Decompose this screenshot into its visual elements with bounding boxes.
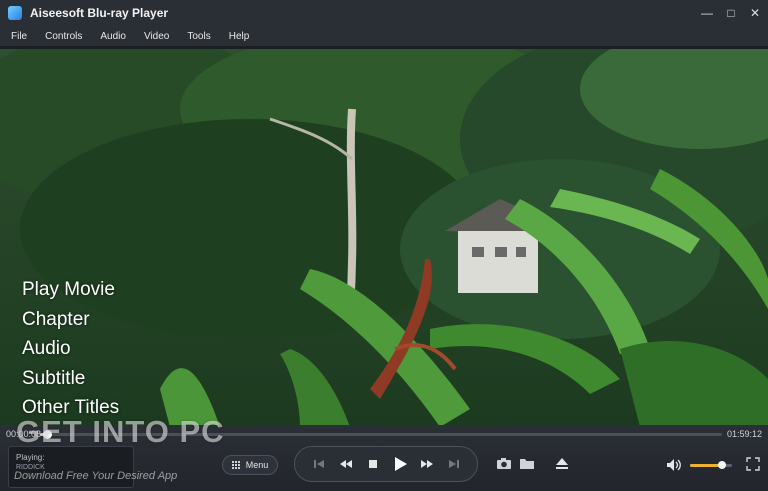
maximize-button[interactable]: □ (720, 0, 742, 26)
volume-slider-fill (690, 464, 722, 467)
fast-forward-button[interactable] (418, 455, 436, 473)
disc-menu-chapter[interactable]: Chapter (22, 305, 119, 335)
disc-menu: Play Movie Chapter Audio Subtitle Other … (22, 275, 119, 423)
volume-slider[interactable] (690, 461, 732, 469)
skip-previous-button[interactable] (310, 455, 328, 473)
fullscreen-icon (746, 457, 760, 471)
minimize-button[interactable]: — (696, 0, 718, 26)
stop-button[interactable] (364, 455, 382, 473)
menu-audio[interactable]: Audio (90, 31, 134, 42)
disc-menu-subtitle[interactable]: Subtitle (22, 364, 119, 394)
total-duration: 01:59:12 (726, 429, 762, 439)
menu-video[interactable]: Video (134, 31, 177, 42)
transport-controls (294, 446, 478, 482)
rewind-button[interactable] (337, 455, 355, 473)
disc-menu-button[interactable]: Menu (222, 455, 278, 475)
watermark-logo: GET INTO PC (16, 414, 225, 449)
volume-icon (667, 459, 681, 471)
menu-bar: File Controls Audio Video Tools Help (0, 26, 768, 46)
rewind-icon (339, 460, 352, 468)
grid-icon (231, 461, 240, 469)
app-title: Aiseesoft Blu-ray Player (30, 6, 169, 20)
fullscreen-button[interactable] (746, 457, 760, 471)
open-file-button[interactable] (519, 456, 535, 470)
skip-next-button[interactable] (445, 455, 463, 473)
menu-controls[interactable]: Controls (35, 31, 90, 42)
close-button[interactable]: ✕ (744, 0, 766, 26)
watermark-tagline: Download Free Your Desired App (14, 470, 178, 482)
video-viewport[interactable]: Play Movie Chapter Audio Subtitle Other … (0, 49, 768, 427)
now-playing-label: Playing: (16, 453, 45, 462)
volume-button[interactable] (666, 458, 682, 477)
eject-button[interactable] (554, 456, 570, 470)
volume-slider-handle[interactable] (717, 461, 726, 469)
fast-forward-icon (420, 460, 433, 468)
disc-menu-play-movie[interactable]: Play Movie (22, 275, 119, 305)
menu-help[interactable]: Help (219, 31, 258, 42)
skip-previous-icon (313, 460, 324, 468)
app-logo-icon (8, 6, 22, 20)
disc-menu-audio[interactable]: Audio (22, 334, 119, 364)
title-bar: Aiseesoft Blu-ray Player — □ ✕ (0, 0, 768, 26)
eject-icon (556, 457, 568, 469)
window-controls: — □ ✕ (696, 0, 768, 26)
menu-file[interactable]: File (0, 31, 35, 42)
snapshot-button[interactable] (496, 456, 512, 470)
menu-tools[interactable]: Tools (177, 31, 218, 42)
play-icon (394, 457, 407, 471)
camera-icon (497, 457, 511, 469)
menu-button-label: Menu (245, 460, 269, 470)
folder-icon (520, 458, 534, 469)
stop-icon (368, 460, 377, 468)
skip-next-icon (448, 460, 459, 468)
play-button[interactable] (391, 455, 409, 473)
